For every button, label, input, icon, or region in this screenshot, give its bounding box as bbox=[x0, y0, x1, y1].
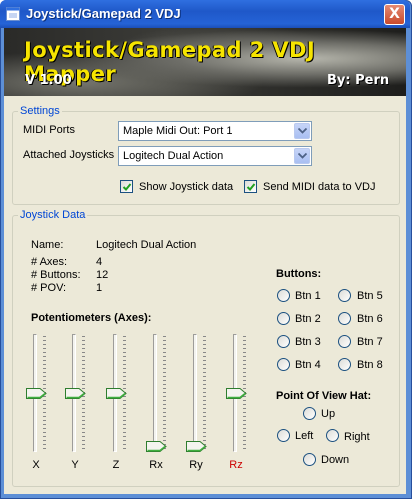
button-7-label: Btn 7 bbox=[357, 336, 383, 348]
chevron-down-icon bbox=[298, 128, 307, 134]
pov-hat-title: Point Of View Hat: bbox=[276, 390, 372, 402]
chevron-down-icon bbox=[298, 153, 307, 159]
axis-label-rx: Rx bbox=[149, 459, 163, 471]
joystick-data-legend: Joystick Data bbox=[18, 209, 88, 221]
attached-joysticks-dropdown-button[interactable] bbox=[294, 148, 310, 164]
pov-up-label: Up bbox=[321, 408, 336, 420]
show-joystick-data-label: Show Joystick data bbox=[139, 181, 234, 193]
checkmark-icon bbox=[246, 183, 256, 191]
slider-thumb[interactable] bbox=[106, 388, 127, 399]
pov-down-radio[interactable] bbox=[303, 453, 316, 466]
send-midi-label: Send MIDI data to VDJ bbox=[263, 181, 376, 193]
button-3-label: Btn 3 bbox=[295, 336, 321, 348]
pov-count-label: # POV: bbox=[31, 282, 67, 294]
button-5-label: Btn 5 bbox=[357, 290, 383, 302]
app-window-icon bbox=[6, 7, 20, 21]
axis-label-rz: Rz bbox=[229, 459, 243, 471]
buttons-count-value: 12 bbox=[96, 269, 109, 281]
pov-left-radio[interactable] bbox=[277, 429, 290, 442]
attached-joysticks-value: Logitech Dual Action bbox=[123, 150, 224, 162]
axis-label-x: X bbox=[32, 459, 40, 471]
show-joystick-data-checkbox[interactable] bbox=[120, 180, 133, 193]
slider-track bbox=[193, 334, 197, 452]
axes-count-label: # Axes: bbox=[31, 256, 68, 268]
axes-count-value: 4 bbox=[96, 256, 103, 268]
checkmark-icon bbox=[122, 183, 132, 191]
joystick-name-value: Logitech Dual Action bbox=[96, 239, 197, 251]
pov-up-radio[interactable] bbox=[303, 407, 316, 420]
joystick-name-label: Name: bbox=[31, 239, 64, 251]
title-bar[interactable]: Joystick/Gamepad 2 VDJ X bbox=[0, 0, 410, 28]
slider-thumb[interactable] bbox=[186, 441, 207, 452]
axis-slider-z[interactable] bbox=[104, 334, 128, 452]
close-button[interactable]: X bbox=[384, 4, 405, 25]
banner-author: By: Pern bbox=[327, 73, 390, 88]
slider-ticks bbox=[203, 336, 206, 450]
axis-slider-x[interactable] bbox=[24, 334, 48, 452]
pov-down-label: Down bbox=[321, 454, 350, 466]
attached-joysticks-label: Attached Joysticks bbox=[23, 149, 115, 161]
button-3-radio[interactable] bbox=[277, 335, 290, 348]
button-1-radio[interactable] bbox=[277, 289, 290, 302]
axis-label-y: Y bbox=[71, 459, 79, 471]
button-2-radio[interactable] bbox=[277, 312, 290, 325]
button-6-radio[interactable] bbox=[338, 312, 351, 325]
slider-ticks bbox=[163, 336, 166, 450]
button-1-label: Btn 1 bbox=[295, 290, 321, 302]
pov-left-label: Left bbox=[295, 430, 314, 442]
pov-right-radio[interactable] bbox=[326, 429, 339, 442]
axis-slider-ry[interactable] bbox=[184, 334, 208, 452]
axis-slider-y[interactable] bbox=[63, 334, 87, 452]
button-4-radio[interactable] bbox=[277, 358, 290, 371]
potentiometers-title: Potentiometers (Axes): bbox=[31, 312, 152, 324]
slider-thumb[interactable] bbox=[146, 441, 167, 452]
button-8-label: Btn 8 bbox=[357, 359, 383, 371]
button-8-radio[interactable] bbox=[338, 358, 351, 371]
button-6-label: Btn 6 bbox=[357, 313, 383, 325]
window-title: Joystick/Gamepad 2 VDJ bbox=[26, 6, 181, 21]
banner-version: V 1.00 bbox=[25, 73, 72, 88]
slider-track bbox=[153, 334, 157, 452]
pov-count-value: 1 bbox=[96, 282, 103, 294]
axis-slider-rx[interactable] bbox=[144, 334, 168, 452]
pov-right-label: Right bbox=[344, 431, 370, 443]
midi-ports-value: Maple Midi Out: Port 1 bbox=[123, 125, 233, 137]
banner-image: Joystick/Gamepad 2 VDJ Mapper V 1.00 By:… bbox=[4, 28, 406, 96]
attached-joysticks-select[interactable]: Logitech Dual Action bbox=[118, 146, 312, 166]
slider-thumb[interactable] bbox=[26, 388, 47, 399]
slider-thumb[interactable] bbox=[65, 388, 86, 399]
axis-label-z: Z bbox=[112, 459, 120, 471]
axis-label-ry: Ry bbox=[189, 459, 203, 471]
button-7-radio[interactable] bbox=[338, 335, 351, 348]
midi-ports-select[interactable]: Maple Midi Out: Port 1 bbox=[118, 121, 312, 141]
send-midi-checkbox[interactable] bbox=[244, 180, 257, 193]
button-5-radio[interactable] bbox=[338, 289, 351, 302]
settings-legend: Settings bbox=[18, 105, 62, 117]
midi-ports-label: MIDI Ports bbox=[23, 124, 75, 136]
axis-slider-rz[interactable] bbox=[224, 334, 248, 452]
button-2-label: Btn 2 bbox=[295, 313, 321, 325]
midi-ports-dropdown-button[interactable] bbox=[294, 123, 310, 139]
buttons-count-label: # Buttons: bbox=[31, 269, 81, 281]
buttons-title: Buttons: bbox=[276, 268, 322, 280]
slider-thumb[interactable] bbox=[226, 388, 247, 399]
button-4-label: Btn 4 bbox=[295, 359, 321, 371]
